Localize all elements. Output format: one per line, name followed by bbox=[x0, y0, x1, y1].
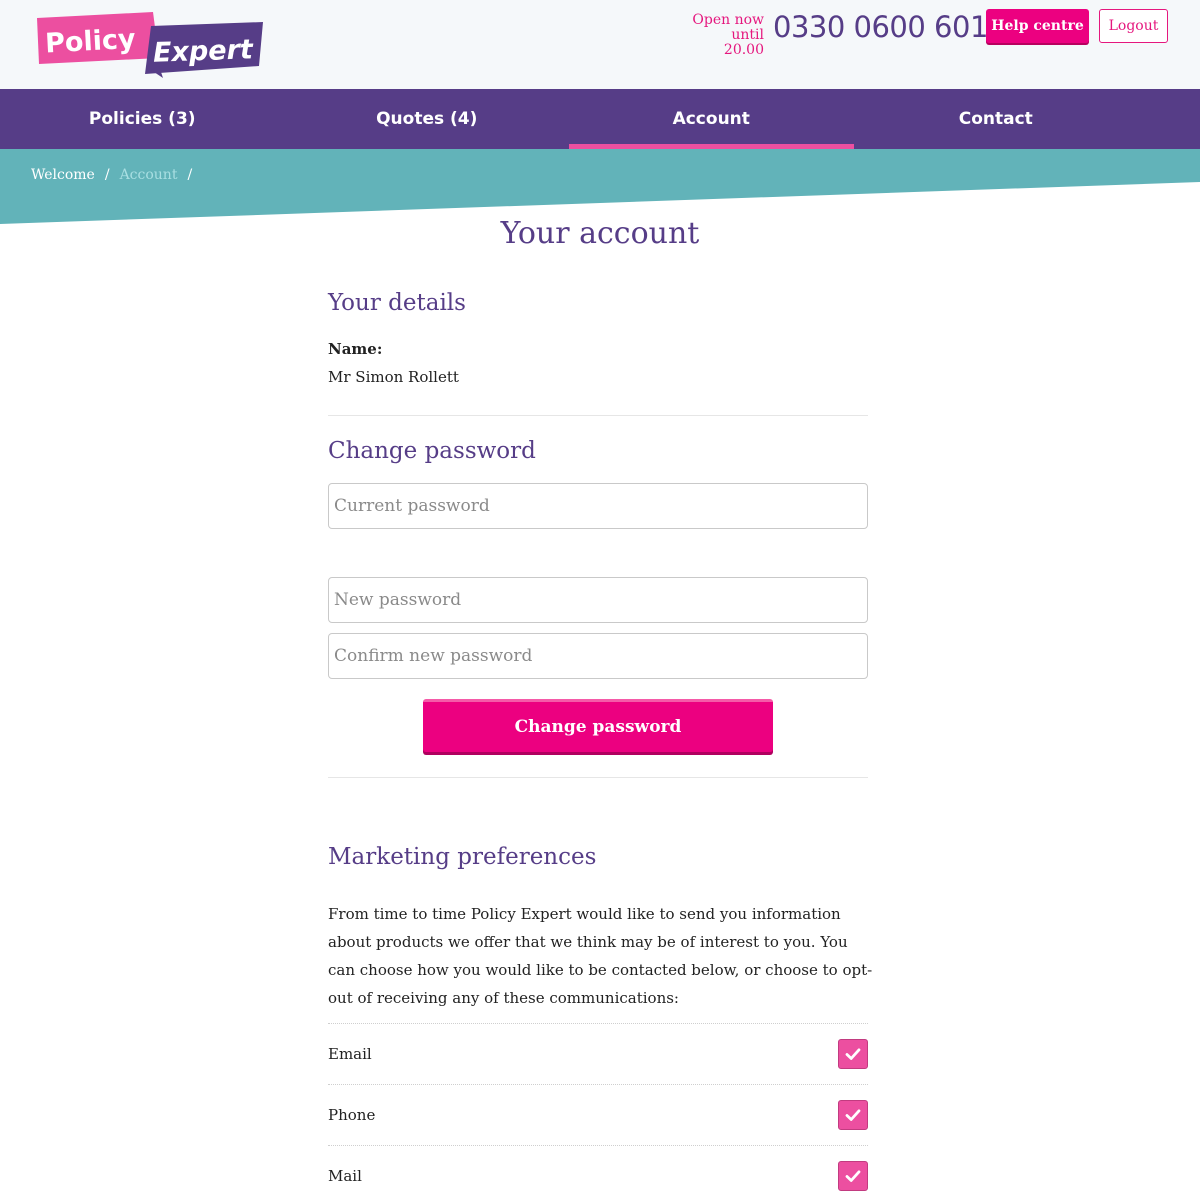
marketing-preferences-heading: Marketing preferences bbox=[328, 844, 597, 870]
open-now-text: Open now bbox=[692, 12, 764, 28]
checkmark-icon bbox=[845, 1109, 861, 1121]
policy-expert-logo[interactable]: Policy Expert bbox=[33, 10, 265, 80]
name-label: Name: bbox=[328, 340, 383, 358]
logout-button[interactable]: Logout bbox=[1099, 9, 1168, 43]
opening-hours: Open now until 20.00 bbox=[690, 13, 764, 58]
phone-number[interactable]: 0330 0600 601 bbox=[773, 10, 988, 44]
phone-checkbox[interactable] bbox=[838, 1100, 868, 1130]
preference-row-phone: Phone bbox=[328, 1084, 868, 1145]
breadcrumb-separator: / bbox=[104, 167, 110, 183]
mail-checkbox[interactable] bbox=[838, 1161, 868, 1191]
change-password-button[interactable]: Change password bbox=[423, 699, 773, 752]
nav-item-contact[interactable]: Contact bbox=[854, 89, 1139, 149]
your-details-heading: Your details bbox=[328, 290, 466, 316]
marketing-description: From time to time Policy Expert would li… bbox=[328, 905, 873, 1007]
preference-row-email: Email bbox=[328, 1023, 868, 1084]
help-centre-button[interactable]: Help centre bbox=[986, 9, 1089, 43]
section-divider bbox=[328, 777, 868, 778]
breadcrumb-account: Account bbox=[119, 167, 178, 183]
logo-text-expert: Expert bbox=[153, 34, 255, 68]
main-nav: Policies (3) Quotes (4) Account Contact bbox=[0, 89, 1200, 149]
change-password-heading: Change password bbox=[328, 438, 536, 464]
checkmark-icon bbox=[845, 1170, 861, 1182]
preference-label-email: Email bbox=[328, 1045, 372, 1063]
open-until-text: until 20.00 bbox=[723, 27, 764, 58]
section-divider bbox=[328, 415, 868, 416]
checkmark-icon bbox=[845, 1048, 861, 1060]
new-password-input[interactable] bbox=[328, 577, 868, 623]
page-title: Your account bbox=[500, 216, 700, 251]
preference-label-phone: Phone bbox=[328, 1106, 376, 1124]
site-header: Policy Expert Open now until 20.00 0330 … bbox=[0, 0, 1200, 89]
email-checkbox[interactable] bbox=[838, 1039, 868, 1069]
breadcrumb-welcome[interactable]: Welcome bbox=[31, 167, 95, 183]
name-value: Mr Simon Rollett bbox=[328, 368, 459, 386]
breadcrumb-separator: / bbox=[187, 167, 193, 183]
breadcrumb-band bbox=[0, 149, 1200, 224]
breadcrumb: Welcome / Account / bbox=[31, 167, 192, 183]
nav-item-policies[interactable]: Policies (3) bbox=[0, 89, 285, 149]
preference-label-mail: Mail bbox=[328, 1167, 362, 1185]
logo-text-policy: Policy bbox=[44, 24, 136, 60]
current-password-input[interactable] bbox=[328, 483, 868, 529]
nav-item-account[interactable]: Account bbox=[569, 89, 854, 149]
confirm-password-input[interactable] bbox=[328, 633, 868, 679]
nav-item-quotes[interactable]: Quotes (4) bbox=[285, 89, 570, 149]
preference-row-mail: Mail bbox=[328, 1145, 868, 1200]
